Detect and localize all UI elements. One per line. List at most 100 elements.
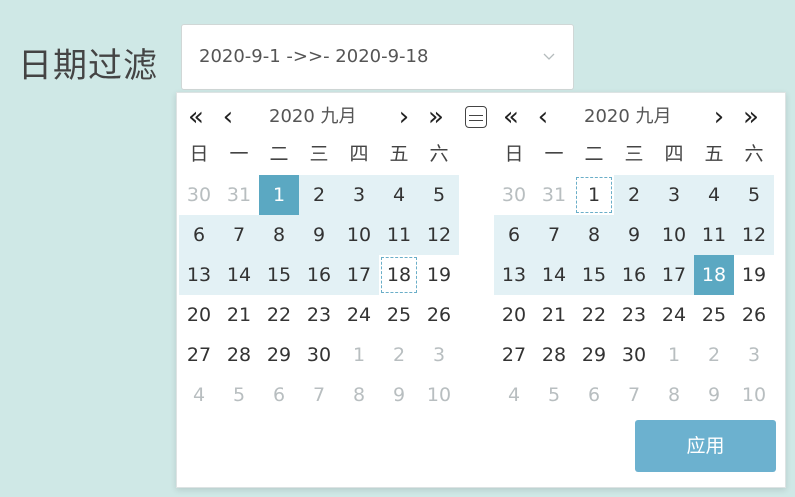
day-cell[interactable]: 10	[654, 215, 694, 255]
calendar-view-toggle-icon[interactable]	[465, 106, 487, 128]
day-cell[interactable]: 5	[534, 375, 574, 415]
prev-year-button[interactable]: «	[181, 100, 211, 134]
day-cell[interactable]: 20	[179, 295, 219, 335]
day-cell[interactable]: 25	[379, 295, 419, 335]
day-cell[interactable]: 9	[379, 375, 419, 415]
day-cell[interactable]: 2	[299, 175, 339, 215]
day-cell[interactable]: 25	[694, 295, 734, 335]
day-cell[interactable]: 16	[614, 255, 654, 295]
day-cell[interactable]: 14	[219, 255, 259, 295]
next-year-button[interactable]: »	[421, 100, 451, 134]
day-cell[interactable]: 28	[534, 335, 574, 375]
day-cell[interactable]: 5	[419, 175, 459, 215]
day-cell[interactable]: 3	[419, 335, 459, 375]
day-cell[interactable]: 8	[339, 375, 379, 415]
day-cell[interactable]: 7	[534, 215, 574, 255]
day-cell[interactable]: 26	[734, 295, 774, 335]
day-cell[interactable]: 6	[179, 215, 219, 255]
day-cell[interactable]: 13	[179, 255, 219, 295]
day-cell[interactable]: 31	[534, 175, 574, 215]
weekday-label: 四	[349, 143, 369, 165]
day-cell[interactable]: 1	[574, 175, 614, 215]
day-cell[interactable]: 4	[694, 175, 734, 215]
day-cell[interactable]: 2	[379, 335, 419, 375]
day-cell[interactable]: 6	[259, 375, 299, 415]
day-cell[interactable]: 7	[299, 375, 339, 415]
day-cell[interactable]: 21	[219, 295, 259, 335]
day-cell[interactable]: 8	[654, 375, 694, 415]
day-cell[interactable]: 10	[339, 215, 379, 255]
prev-month-button[interactable]: ‹	[217, 100, 239, 134]
day-cell[interactable]: 20	[494, 295, 534, 335]
day-cell[interactable]: 9	[614, 215, 654, 255]
day-cell[interactable]: 7	[219, 215, 259, 255]
day-cell[interactable]: 19	[734, 255, 774, 295]
day-cell[interactable]: 14	[534, 255, 574, 295]
next-year-button[interactable]: »	[736, 100, 766, 134]
day-cell[interactable]: 26	[419, 295, 459, 335]
calendar-week-row: 20 21 22 23 24 25 26	[494, 295, 774, 335]
day-cell[interactable]: 27	[179, 335, 219, 375]
day-cell[interactable]: 17	[339, 255, 379, 295]
selected-day-cell[interactable]: 1	[259, 175, 299, 215]
day-cell[interactable]: 4	[494, 375, 534, 415]
month-title[interactable]: 2020 九月	[269, 100, 357, 134]
day-cell[interactable]: 7	[614, 375, 654, 415]
day-cell[interactable]: 23	[299, 295, 339, 335]
day-cell[interactable]: 10	[734, 375, 774, 415]
day-cell[interactable]: 1	[654, 335, 694, 375]
apply-button[interactable]: 应用	[635, 420, 776, 472]
day-cell[interactable]: 13	[494, 255, 534, 295]
day-cell[interactable]: 12	[419, 215, 459, 255]
day-cell[interactable]: 3	[654, 175, 694, 215]
day-cell[interactable]: 11	[694, 215, 734, 255]
selected-day-cell[interactable]: 18	[694, 255, 734, 295]
day-cell[interactable]: 4	[379, 175, 419, 215]
day-cell[interactable]: 8	[259, 215, 299, 255]
day-cell[interactable]: 30	[614, 335, 654, 375]
day-cell[interactable]: 15	[574, 255, 614, 295]
day-cell[interactable]: 30	[299, 335, 339, 375]
day-cell[interactable]: 18	[379, 255, 419, 295]
day-cell[interactable]: 29	[574, 335, 614, 375]
next-month-button[interactable]: ›	[393, 100, 415, 134]
day-cell[interactable]: 2	[614, 175, 654, 215]
month-title[interactable]: 2020 九月	[584, 100, 672, 134]
day-cell[interactable]: 29	[259, 335, 299, 375]
day-cell[interactable]: 1	[339, 335, 379, 375]
day-cell[interactable]: 30	[494, 175, 534, 215]
day-cell[interactable]: 10	[419, 375, 459, 415]
day-cell[interactable]: 22	[259, 295, 299, 335]
day-cell[interactable]: 31	[219, 175, 259, 215]
day-cell[interactable]: 6	[574, 375, 614, 415]
day-cell[interactable]: 22	[574, 295, 614, 335]
prev-year-button[interactable]: «	[496, 100, 526, 134]
day-cell[interactable]: 21	[534, 295, 574, 335]
day-cell[interactable]: 3	[339, 175, 379, 215]
date-range-input[interactable]: 2020-9-1 ->>- 2020-9-18	[181, 24, 574, 90]
day-cell[interactable]: 16	[299, 255, 339, 295]
day-cell[interactable]: 9	[299, 215, 339, 255]
day-cell[interactable]: 12	[734, 215, 774, 255]
prev-month-button[interactable]: ‹	[532, 100, 554, 134]
day-cell[interactable]: 4	[179, 375, 219, 415]
day-cell[interactable]: 28	[219, 335, 259, 375]
day-cell[interactable]: 9	[694, 375, 734, 415]
day-cell[interactable]: 24	[654, 295, 694, 335]
day-cell[interactable]: 2	[694, 335, 734, 375]
day-cell[interactable]: 11	[379, 215, 419, 255]
day-cell[interactable]: 19	[419, 255, 459, 295]
day-cell[interactable]: 30	[179, 175, 219, 215]
day-cell[interactable]: 5	[219, 375, 259, 415]
day-cell[interactable]: 24	[339, 295, 379, 335]
next-month-button[interactable]: ›	[708, 100, 730, 134]
day-cell[interactable]: 5	[734, 175, 774, 215]
day-cell[interactable]: 17	[654, 255, 694, 295]
day-cell[interactable]: 15	[259, 255, 299, 295]
day-cell[interactable]: 27	[494, 335, 534, 375]
weekday-label: 日	[189, 143, 209, 165]
day-cell[interactable]: 23	[614, 295, 654, 335]
day-cell[interactable]: 8	[574, 215, 614, 255]
day-cell[interactable]: 6	[494, 215, 534, 255]
day-cell[interactable]: 3	[734, 335, 774, 375]
